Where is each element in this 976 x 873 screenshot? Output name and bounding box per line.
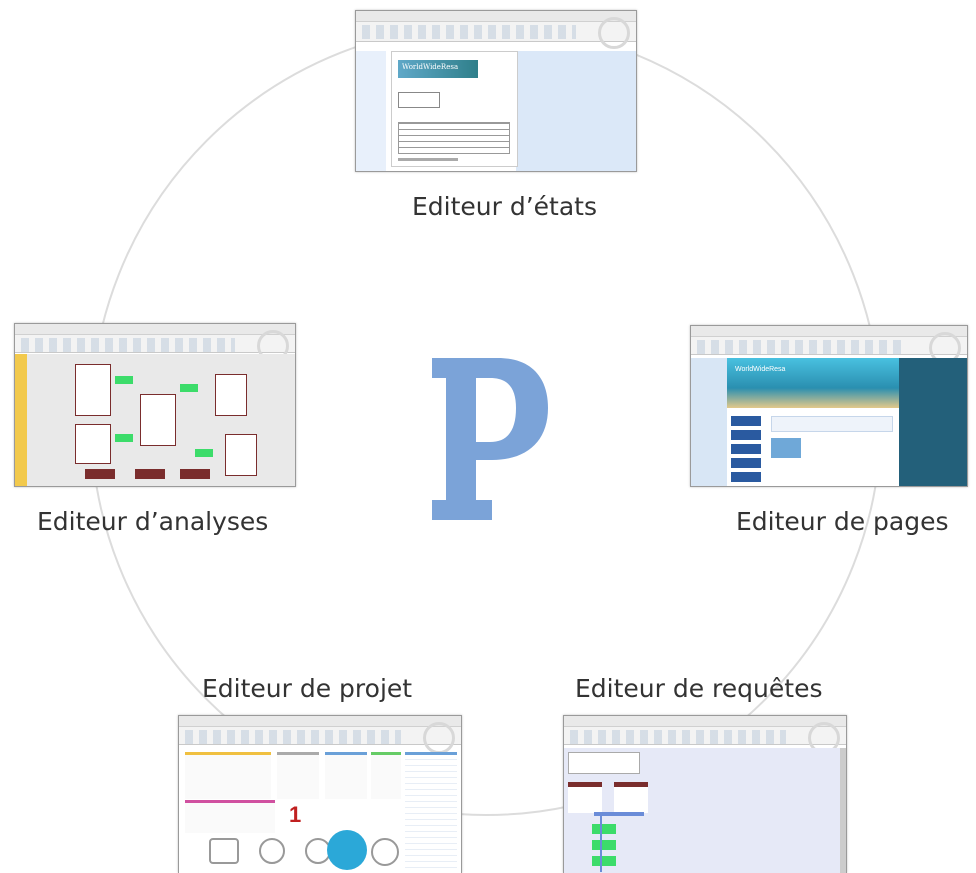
logo-watermark-icon [598, 17, 630, 49]
label-editeur-requetes: Editeur de requêtes [575, 674, 823, 703]
label-editeur-etats: Editeur d’états [412, 192, 598, 221]
etats-editor-thumbnail[interactable]: WorldWideResa [355, 10, 637, 172]
p-logo-icon [432, 358, 548, 520]
label-editeur-analyses: Editeur d’analyses [37, 507, 269, 536]
projet-editor-thumbnail[interactable]: 1 [178, 715, 462, 873]
report-logo-text: WorldWideResa [402, 63, 459, 71]
pages-editor-thumbnail[interactable]: WorldWideResa [690, 325, 968, 487]
project-counter: 1 [289, 802, 302, 827]
requetes-editor-thumbnail[interactable] [563, 715, 847, 873]
label-editeur-projet: Editeur de projet [202, 674, 413, 703]
logo-watermark-icon [423, 722, 455, 754]
label-editeur-pages: Editeur de pages [736, 507, 949, 536]
analyses-editor-thumbnail[interactable] [14, 323, 296, 487]
page-banner-text: WorldWideResa [735, 366, 786, 373]
